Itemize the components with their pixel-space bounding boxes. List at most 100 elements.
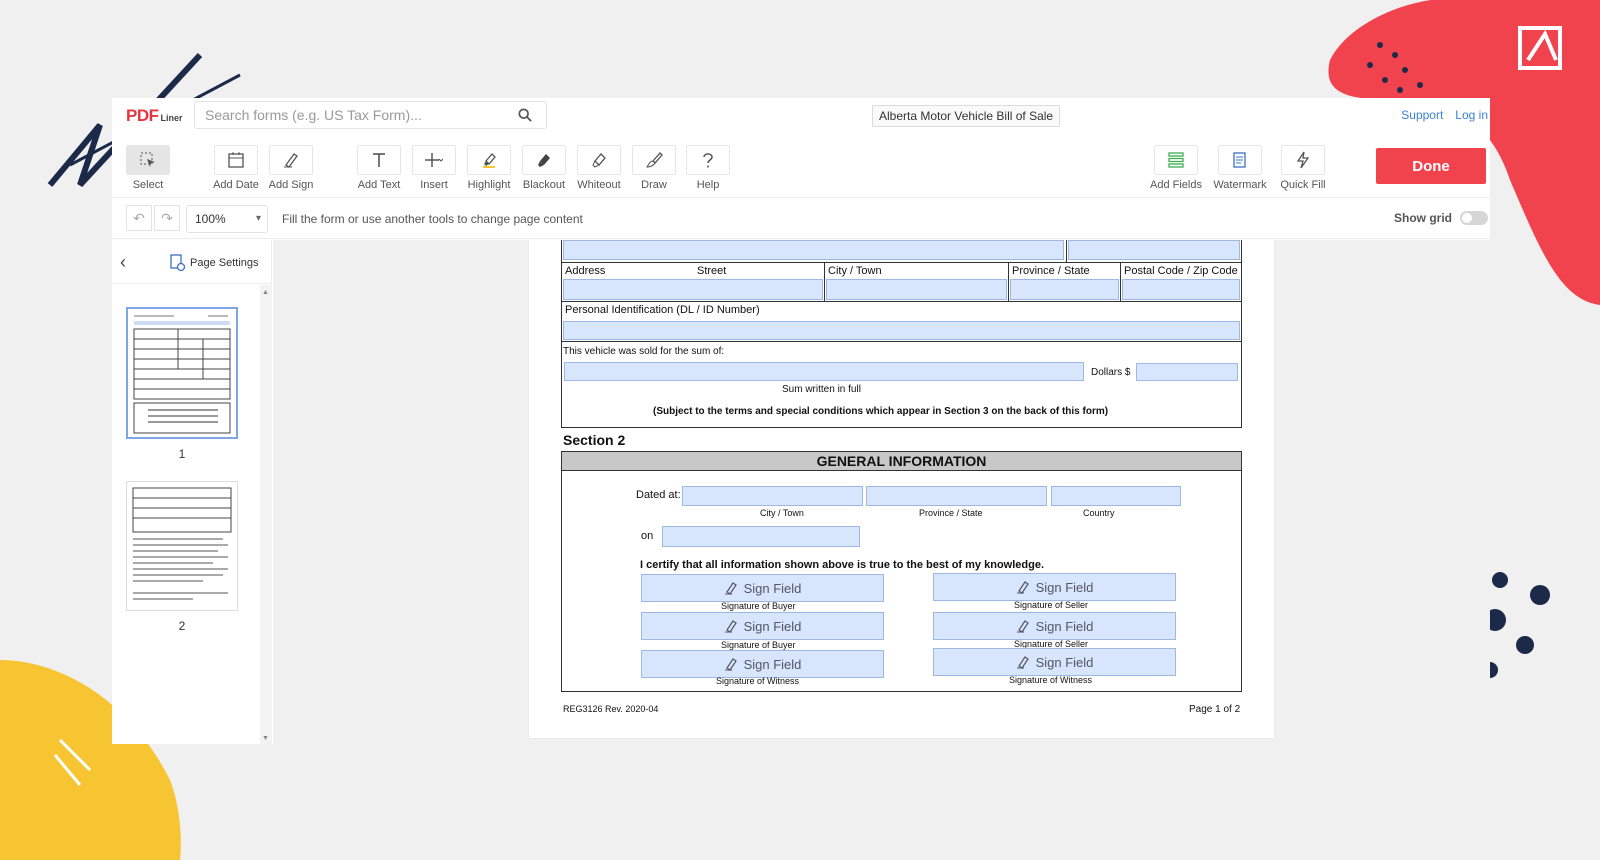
province-state-caption: Province / State bbox=[919, 508, 983, 518]
city-town-caption: City / Town bbox=[760, 508, 804, 518]
document-title: Alberta Motor Vehicle Bill of Sale bbox=[872, 105, 1061, 127]
toggle-switch[interactable] bbox=[1460, 211, 1488, 225]
zoom-select[interactable]: 100% ▾ bbox=[186, 205, 268, 233]
add-date-tool[interactable]: Add Date bbox=[206, 145, 266, 191]
plus-dropdown-icon bbox=[425, 153, 443, 167]
redo-icon[interactable]: ↷ bbox=[154, 205, 180, 231]
login-link[interactable]: Log in bbox=[1455, 108, 1488, 122]
logo-main-text: PDF bbox=[126, 106, 159, 125]
date-on-field[interactable] bbox=[662, 526, 860, 547]
show-grid-toggle[interactable]: Show grid bbox=[1394, 211, 1488, 225]
subject-terms-note: (Subject to the terms and special condit… bbox=[653, 406, 1109, 417]
form-code: REG3126 Rev. 2020-04 bbox=[563, 704, 659, 714]
page-thumbnail-1[interactable] bbox=[126, 307, 238, 439]
add-fields-label: Add Fields bbox=[1150, 179, 1202, 191]
highlight-tool[interactable]: Highlight bbox=[459, 145, 519, 191]
witness-sign-field-1[interactable]: Sign Field bbox=[641, 650, 884, 678]
pen-sign-icon bbox=[724, 582, 737, 595]
sidebar-header: ‹ Page Settings bbox=[112, 240, 271, 284]
search-input[interactable] bbox=[195, 102, 495, 128]
pen-sign-icon bbox=[1016, 620, 1029, 633]
country-caption: Country bbox=[1083, 508, 1115, 518]
dated-country-field[interactable] bbox=[1051, 486, 1181, 506]
address-street-field[interactable] bbox=[563, 279, 823, 300]
watermark-tool[interactable]: Watermark bbox=[1210, 145, 1270, 191]
blackout-tool[interactable]: Blackout bbox=[514, 145, 574, 191]
postal-code-field[interactable] bbox=[1122, 279, 1240, 300]
decorative-navy-dots bbox=[1482, 572, 1550, 678]
seller-sign-field-1[interactable]: Sign Field bbox=[933, 573, 1176, 601]
zoom-value: 100% bbox=[195, 212, 226, 226]
lightning-icon bbox=[1296, 151, 1310, 169]
select-cursor-icon bbox=[140, 152, 155, 167]
row-divider bbox=[561, 301, 1241, 302]
witness-sign-field-2[interactable]: Sign Field bbox=[933, 648, 1176, 676]
page-number-1: 1 bbox=[178, 447, 186, 461]
city-town-field[interactable] bbox=[826, 279, 1007, 300]
whiteout-tool[interactable]: Whiteout bbox=[569, 145, 629, 191]
insert-tool[interactable]: Insert bbox=[404, 145, 464, 191]
thumbnail-2-preview bbox=[132, 487, 232, 600]
divider bbox=[1120, 262, 1121, 301]
pdfliner-logo[interactable]: PDF Liner bbox=[126, 106, 183, 128]
add-fields-tool[interactable]: Add Fields bbox=[1146, 145, 1206, 191]
highlighter-icon bbox=[483, 153, 496, 168]
page-sidebar: ‹ Page Settings 1 2 ▲ ▼ bbox=[112, 240, 272, 744]
support-link[interactable]: Support bbox=[1401, 108, 1443, 122]
text-t-icon bbox=[373, 153, 385, 167]
select-tool[interactable]: Select bbox=[118, 145, 178, 191]
buyer-sign-field-1[interactable]: Sign Field bbox=[641, 574, 884, 602]
sign-field-label: Sign Field bbox=[1035, 654, 1094, 670]
help-label: Help bbox=[696, 179, 720, 191]
chevron-down-icon: ▾ bbox=[255, 213, 261, 224]
dated-at-label: Dated at: bbox=[636, 489, 681, 501]
undo-icon[interactable]: ↶ bbox=[126, 205, 152, 231]
blackout-label: Blackout bbox=[522, 179, 566, 191]
whiteout-eraser-icon bbox=[592, 153, 606, 168]
top-links: Support Log in bbox=[1401, 108, 1488, 122]
page-settings-button[interactable]: Page Settings bbox=[170, 254, 259, 272]
form-field[interactable] bbox=[1068, 240, 1240, 260]
logo-sub-text: Liner bbox=[160, 113, 183, 123]
pdf-page: Address Street City / Town Province / St… bbox=[529, 240, 1274, 738]
pen-sign-icon bbox=[284, 153, 298, 168]
done-button[interactable]: Done bbox=[1376, 148, 1486, 184]
draw-tool[interactable]: Draw bbox=[624, 145, 684, 191]
scroll-down-icon[interactable]: ▼ bbox=[262, 735, 269, 742]
scroll-up-icon[interactable]: ▲ bbox=[262, 289, 269, 296]
sum-written-field[interactable] bbox=[564, 362, 1084, 381]
whiteout-label: Whiteout bbox=[577, 179, 621, 191]
add-date-label: Add Date bbox=[213, 179, 259, 191]
personal-id-field[interactable] bbox=[563, 321, 1240, 340]
province-state-label: Province / State bbox=[1012, 265, 1090, 277]
insert-label: Insert bbox=[420, 179, 448, 191]
app-window: PDF Liner Alberta Motor Vehicle Bill of … bbox=[112, 98, 1490, 744]
province-state-field[interactable] bbox=[1010, 279, 1119, 300]
seller-sign-field-2[interactable]: Sign Field bbox=[933, 612, 1176, 640]
add-sign-tool[interactable]: Add Sign bbox=[261, 145, 321, 191]
quick-fill-tool[interactable]: Quick Fill bbox=[1273, 145, 1333, 191]
chevron-left-icon[interactable]: ‹ bbox=[120, 252, 126, 273]
highlight-label: Highlight bbox=[467, 179, 511, 191]
sum-written-caption: Sum written in full bbox=[782, 384, 861, 395]
search-icon[interactable] bbox=[518, 108, 532, 122]
add-text-tool[interactable]: Add Text bbox=[349, 145, 409, 191]
show-grid-label: Show grid bbox=[1394, 211, 1452, 225]
buyer-sign-field-2[interactable]: Sign Field bbox=[641, 612, 884, 640]
watermark-doc-icon bbox=[1233, 152, 1246, 168]
quick-fill-label: Quick Fill bbox=[1280, 179, 1326, 191]
on-label: on bbox=[641, 530, 654, 542]
form-field[interactable] bbox=[563, 240, 1064, 260]
document-canvas: Address Street City / Town Province / St… bbox=[273, 240, 1490, 744]
help-tool[interactable]: Help bbox=[678, 145, 738, 191]
border-left bbox=[561, 240, 562, 428]
personal-id-label: Personal Identification (DL / ID Number) bbox=[565, 304, 760, 316]
sidebar-scrollbar[interactable]: ▲ ▼ bbox=[260, 285, 272, 744]
dated-province-field[interactable] bbox=[866, 486, 1047, 506]
page-number-2: 2 bbox=[178, 619, 186, 633]
page-thumbnail-2[interactable] bbox=[126, 481, 238, 611]
dated-city-field[interactable] bbox=[682, 486, 863, 506]
divider bbox=[824, 262, 825, 301]
divider bbox=[1066, 240, 1067, 262]
dollars-amount-field[interactable] bbox=[1136, 363, 1238, 381]
